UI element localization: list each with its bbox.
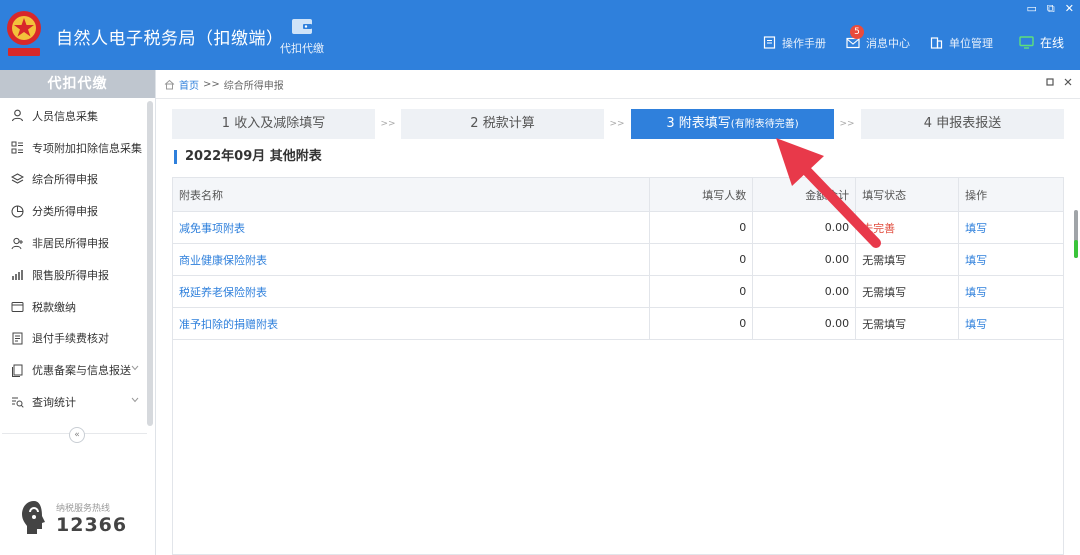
main-panel: 首页 >> 综合所得申报 1 收入及减除填写 >> 2 税款计算 >> 3 附表… <box>156 70 1080 555</box>
wallet-icon <box>11 302 24 313</box>
sidebar-menu: 人员信息采集 专项附加扣除信息采集 综合所得申报 分类所得申报 非居民所得申报 … <box>0 100 155 418</box>
collapse-sidebar-button[interactable]: « <box>69 427 85 443</box>
col-header-count: 填写人数 <box>649 177 754 212</box>
fill-button[interactable]: 填写 <box>965 318 987 331</box>
list-icon <box>11 141 23 154</box>
step-report-submit[interactable]: 4 申报表报送 <box>861 109 1064 139</box>
step-income-deduction[interactable]: 1 收入及减除填写 <box>172 109 375 139</box>
window-controls: ▭ ⧉ ✕ <box>1027 2 1074 16</box>
step-progress: 1 收入及减除填写 >> 2 税款计算 >> 3 附表填写(有附表待完善) >>… <box>172 109 1064 139</box>
chevron-down-icon <box>131 366 139 371</box>
fill-status: 无需填写 <box>855 307 960 340</box>
sidebar-item-personnel-info[interactable]: 人员信息采集 <box>0 100 155 132</box>
sidebar-item-preferential-filing[interactable]: 优惠备案与信息报送 <box>0 354 155 386</box>
amount-total: 0.00 <box>752 243 857 276</box>
fill-button[interactable]: 填写 <box>965 286 987 299</box>
message-badge: 5 <box>849 24 864 39</box>
close-button[interactable]: ✕ <box>1065 2 1074 16</box>
pie-icon <box>11 205 24 218</box>
tax-emblem-logo <box>7 11 41 56</box>
home-icon <box>164 79 175 89</box>
sidebar-item-nonresident-income[interactable]: 非居民所得申报 <box>0 227 155 259</box>
hotline-label: 纳税服务热线 <box>56 503 111 514</box>
attachment-name-link[interactable]: 准予扣除的捐赠附表 <box>179 318 278 331</box>
person-plus-icon <box>11 237 23 249</box>
red-arrow-annotation <box>776 138 881 248</box>
sidebar-scrollbar[interactable] <box>147 101 153 426</box>
building-icon <box>930 37 943 49</box>
app-title: 自然人电子税务局（扣缴端） <box>56 29 284 49</box>
breadcrumb-separator: >> <box>203 78 220 90</box>
fill-button[interactable]: 填写 <box>965 222 987 235</box>
top-actions: 操作手册 5 消息中心 单位管理 在线 <box>743 24 1064 51</box>
module-withholding-button[interactable]: 代扣代缴 <box>276 16 328 62</box>
attachment-name-link[interactable]: 商业健康保险附表 <box>179 254 267 267</box>
unit-management-button[interactable]: 单位管理 <box>930 35 993 51</box>
section-title: 2022年09月 其他附表 <box>174 150 322 164</box>
message-center-button[interactable]: 5 消息中心 <box>846 24 910 51</box>
fill-button[interactable]: 填写 <box>965 254 987 267</box>
wallet-icon <box>292 19 312 34</box>
table-row: 准予扣除的捐赠附表 0 0.00 无需填写 填写 <box>171 307 1064 340</box>
sidebar-item-classified-income[interactable]: 分类所得申报 <box>0 195 155 227</box>
restore-tab-icon[interactable] <box>1046 78 1054 86</box>
document-icon <box>12 332 23 345</box>
attachment-table: 附表名称 填写人数 金额合计 填写状态 操作 减免事项附表 0 0.00 未完善… <box>171 177 1064 340</box>
sidebar-item-special-deduction[interactable]: 专项附加扣除信息采集 <box>0 132 155 164</box>
fill-count: 0 <box>649 307 754 340</box>
hotline-number: 12366 <box>56 513 128 536</box>
table-row: 商业健康保险附表 0 0.00 无需填写 填写 <box>171 243 1064 276</box>
attachment-name-link[interactable]: 税延养老保险附表 <box>179 286 267 299</box>
layers-icon <box>11 173 24 184</box>
step-tax-calculation[interactable]: 2 税款计算 <box>401 109 604 139</box>
doc-stack-icon <box>12 364 23 377</box>
search-list-icon <box>12 397 24 408</box>
sidebar-item-tax-payment[interactable]: 税款缴纳 <box>0 291 155 323</box>
sidebar-item-restricted-shares[interactable]: 限售股所得申报 <box>0 259 155 291</box>
chevron-down-icon <box>131 397 139 403</box>
step-separator: >> <box>380 119 396 129</box>
sidebar-item-fee-refund-check[interactable]: 退付手续费核对 <box>0 323 155 355</box>
amount-total: 0.00 <box>752 275 857 308</box>
step-separator: >> <box>609 119 625 129</box>
fill-count: 0 <box>649 275 754 308</box>
breadcrumb: 首页 >> 综合所得申报 <box>156 70 1080 99</box>
sidebar-item-query-statistics[interactable]: 查询统计 <box>0 386 155 418</box>
bar-chart-icon <box>12 270 23 281</box>
fill-count: 0 <box>649 211 754 244</box>
fill-status: 无需填写 <box>855 243 960 276</box>
table-row: 减免事项附表 0 0.00 未完善 填写 <box>171 211 1064 244</box>
breadcrumb-current: 综合所得申报 <box>223 80 284 92</box>
tab-controls <box>1046 78 1072 86</box>
main-scrollbar-indicator <box>1074 240 1078 258</box>
person-icon <box>11 110 24 122</box>
minimize-button[interactable]: ▭ <box>1027 2 1037 16</box>
fill-count: 0 <box>649 243 754 276</box>
module-label: 代扣代缴 <box>280 42 324 55</box>
col-header-name: 附表名称 <box>171 177 651 212</box>
fill-status: 无需填写 <box>855 275 960 308</box>
sidebar: 代扣代缴 人员信息采集 专项附加扣除信息采集 综合所得申报 分类所得申报 非居民… <box>0 70 156 555</box>
attachment-name-link[interactable]: 减免事项附表 <box>179 222 245 235</box>
manual-icon <box>763 36 776 49</box>
headset-icon <box>22 501 45 534</box>
breadcrumb-home-link[interactable]: 首页 <box>179 77 199 92</box>
monitor-icon <box>1019 36 1034 49</box>
online-status-button[interactable]: 在线 <box>1019 34 1064 51</box>
table-row: 税延养老保险附表 0 0.00 无需填写 填写 <box>171 275 1064 308</box>
sidebar-item-comprehensive-income[interactable]: 综合所得申报 <box>0 164 155 196</box>
amount-total: 0.00 <box>752 307 857 340</box>
sidebar-title: 代扣代缴 <box>0 70 155 98</box>
close-tab-icon[interactable] <box>1064 78 1072 86</box>
service-hotline: 纳税服务热线 12366 <box>18 498 127 538</box>
table-header-row: 附表名称 填写人数 金额合计 填写状态 操作 <box>171 177 1064 212</box>
manual-button[interactable]: 操作手册 <box>763 35 826 51</box>
restore-button[interactable]: ⧉ <box>1047 2 1055 16</box>
app-header: 自然人电子税务局（扣缴端） 代扣代缴 ▭ ⧉ ✕ 操作手册 5 消息中心 单位管… <box>0 0 1080 70</box>
col-header-action: 操作 <box>958 177 1064 212</box>
